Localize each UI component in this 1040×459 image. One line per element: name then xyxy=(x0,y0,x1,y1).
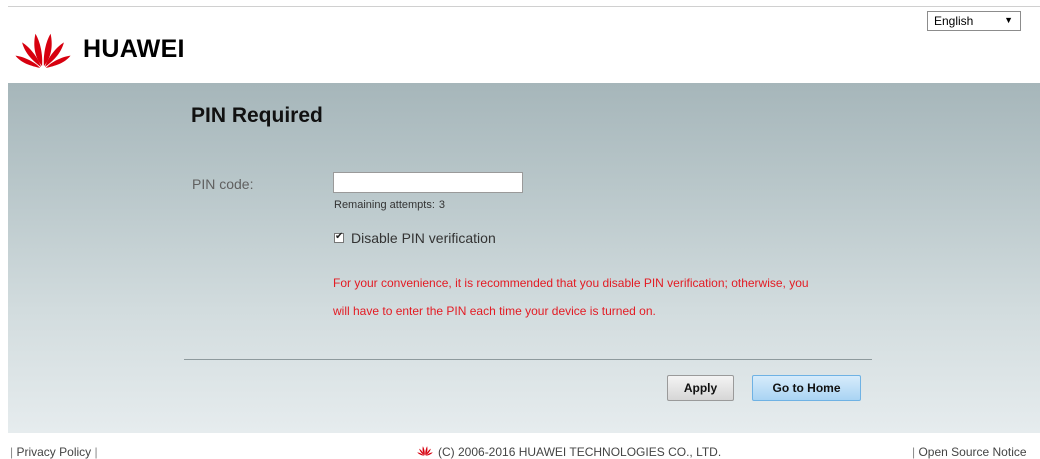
disable-pin-label[interactable]: Disable PIN verification xyxy=(351,230,496,246)
disable-pin-row[interactable]: Disable PIN verification xyxy=(334,230,496,246)
apply-button[interactable]: Apply xyxy=(667,375,734,401)
remaining-attempts: Remaining attempts: 3 xyxy=(334,199,445,211)
brand-logo: HUAWEI xyxy=(12,30,185,68)
dropdown-arrow-icon: ▼ xyxy=(1004,15,1013,25)
page-title: PIN Required xyxy=(191,104,323,127)
open-source-notice-link[interactable]: Open Source Notice xyxy=(918,445,1026,459)
warning-text-line2: will have to enter the PIN each time you… xyxy=(333,304,656,318)
go-to-home-button[interactable]: Go to Home xyxy=(752,375,861,401)
copyright: (C) 2006-2016 HUAWEI TECHNOLOGIES CO., L… xyxy=(417,445,721,459)
footer-right: | Open Source Notice xyxy=(912,445,1027,459)
huawei-small-logo-icon xyxy=(417,445,438,459)
header: HUAWEI English ▼ xyxy=(8,7,1040,83)
disable-pin-checkbox[interactable] xyxy=(334,231,344,243)
separator: | xyxy=(10,445,14,459)
copyright-text: (C) 2006-2016 HUAWEI TECHNOLOGIES CO., L… xyxy=(438,445,722,459)
warning-text-line1: For your convenience, it is recommended … xyxy=(333,276,809,290)
huawei-petal-logo-icon xyxy=(12,30,74,68)
pin-code-input[interactable] xyxy=(333,172,523,193)
footer: | Privacy Policy | (C) 2006-2016 HUAWEI … xyxy=(0,433,1040,459)
pin-code-label: PIN code: xyxy=(192,176,254,192)
separator: | xyxy=(912,445,916,459)
language-selected: English xyxy=(934,14,974,28)
remaining-attempts-count: 3 xyxy=(438,199,446,211)
remaining-attempts-label: Remaining attempts: xyxy=(334,199,435,211)
separator: | xyxy=(94,445,98,459)
language-select[interactable]: English ▼ xyxy=(927,11,1021,31)
footer-left: | Privacy Policy | xyxy=(10,445,98,459)
brand-name: HUAWEI xyxy=(83,34,185,63)
pin-panel: PIN Required PIN code: Remaining attempt… xyxy=(8,83,1040,433)
privacy-policy-link[interactable]: Privacy Policy xyxy=(16,445,91,459)
divider xyxy=(184,359,872,360)
